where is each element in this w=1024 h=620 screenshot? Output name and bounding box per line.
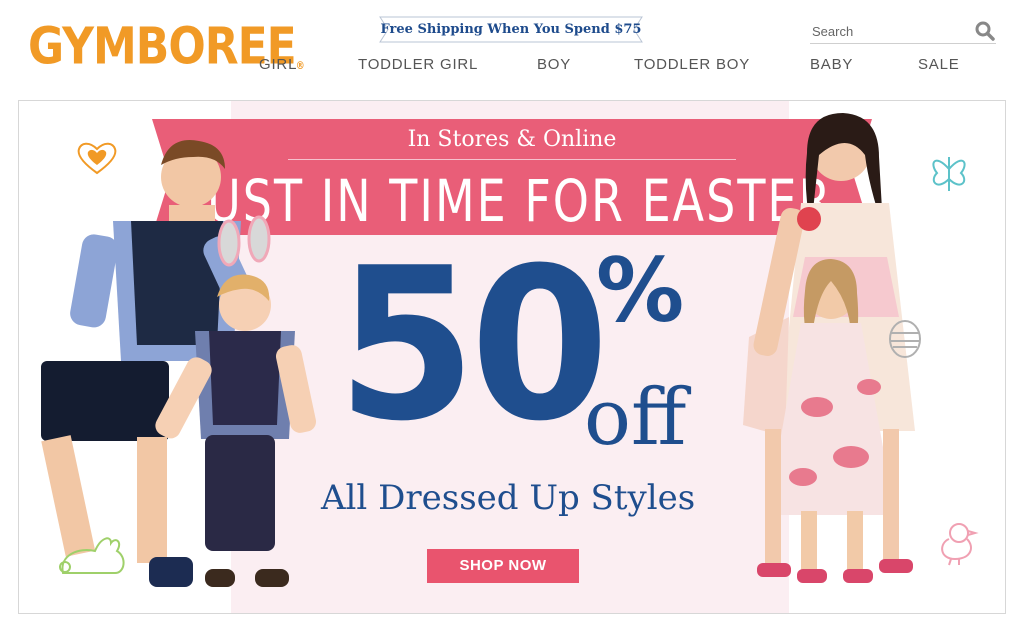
search-input[interactable] bbox=[812, 22, 962, 40]
easter-egg-icon bbox=[889, 320, 921, 358]
nav-item-girl[interactable]: GIRL bbox=[259, 56, 297, 73]
nav-item-sale[interactable]: SALE bbox=[918, 56, 960, 73]
ribbon-divider bbox=[288, 159, 736, 160]
chick-icon bbox=[941, 523, 979, 566]
discount-off: off bbox=[584, 373, 687, 463]
free-shipping-promo[interactable]: Free Shipping When You Spend $75 bbox=[378, 15, 644, 44]
heart-icon bbox=[77, 142, 117, 175]
search-icon[interactable] bbox=[974, 20, 996, 42]
nav-item-toddler-girl[interactable]: TODDLER GIRL bbox=[358, 56, 478, 73]
search-box bbox=[810, 18, 996, 44]
easter-sale-banner[interactable]: In Stores & Online JUST IN TIME FOR EAST… bbox=[18, 100, 1006, 614]
nav-item-boy[interactable]: BOY bbox=[537, 56, 571, 73]
discount-number: 50 bbox=[337, 223, 609, 468]
nav-item-baby[interactable]: BABY bbox=[810, 56, 853, 73]
butterfly-icon bbox=[932, 157, 966, 191]
discount-percent: % bbox=[596, 239, 685, 342]
logo-text: GYMBOREE bbox=[28, 17, 297, 77]
shop-now-button[interactable]: SHOP NOW bbox=[427, 549, 579, 583]
bunny-icon bbox=[59, 537, 125, 574]
nav-item-toddler-boy[interactable]: TODDLER BOY bbox=[634, 56, 750, 73]
promo-text: Free Shipping When You Spend $75 bbox=[380, 22, 642, 37]
